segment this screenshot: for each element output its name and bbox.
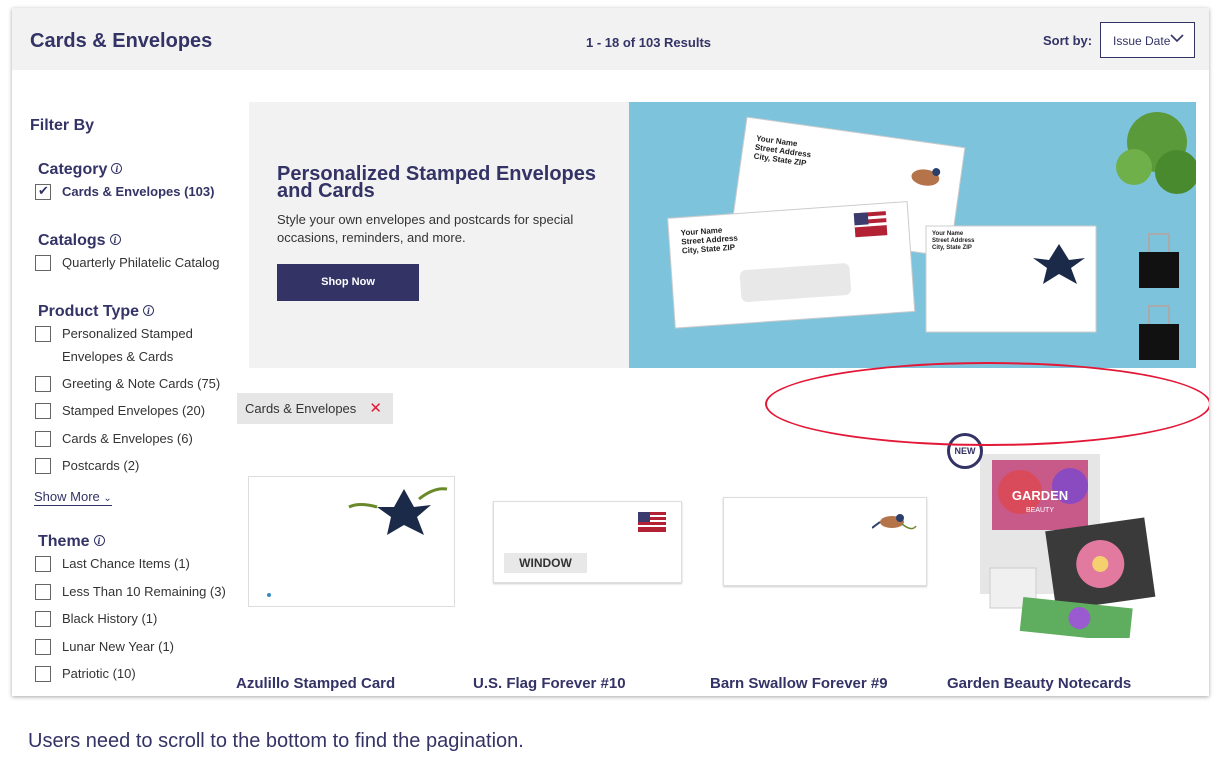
filter-title: Filter By xyxy=(30,117,95,134)
promo-banner: Personalized Stamped Envelopes and Cards… xyxy=(249,102,1196,368)
checkbox[interactable] xyxy=(35,556,51,572)
theme-title: Theme xyxy=(38,533,90,550)
checkbox[interactable] xyxy=(35,639,51,655)
filter-option-product-type[interactable]: Stamped Envelopes (20) xyxy=(35,403,205,419)
category-heading: Category i xyxy=(38,161,123,179)
filter-option-label: Postcards (2) xyxy=(62,458,140,473)
product-name[interactable]: U.S. Flag Forever #10 xyxy=(473,675,626,692)
checkbox[interactable] xyxy=(35,431,51,447)
filter-option-theme[interactable]: Lunar New Year (1) xyxy=(35,639,174,655)
close-icon[interactable]: ✕ xyxy=(369,399,382,417)
banner-envelopes-image: Your Name Street Address City, State ZIP… xyxy=(629,102,1196,368)
filter-option-theme[interactable]: Last Chance Items (1) xyxy=(35,556,190,572)
banner-title: Personalized Stamped Envelopes and Cards xyxy=(277,163,596,202)
filter-option-label: Cards & Envelopes (6) xyxy=(62,431,193,446)
page-title: Cards & Envelopes xyxy=(30,30,213,52)
annotation-highlight-ellipse xyxy=(765,362,1209,446)
page-frame: Cards & Envelopes 1 - 18 of 103 Results … xyxy=(12,8,1209,696)
active-filter-label: Cards & Envelopes xyxy=(245,401,357,416)
product-name[interactable]: Garden Beauty Notecards xyxy=(947,675,1131,692)
filter-option-product-type[interactable]: Personalized Stamped Envelopes & Cards xyxy=(35,326,222,368)
checkbox[interactable] xyxy=(35,376,51,392)
filter-option-catalog[interactable]: Quarterly Philatelic Catalog xyxy=(35,255,220,271)
box-title: GARDEN xyxy=(1012,488,1068,503)
results-count: 1 - 18 of 103 Results xyxy=(586,35,711,50)
checkbox[interactable] xyxy=(35,611,51,627)
info-icon[interactable]: i xyxy=(109,234,121,245)
filter-option-label: Lunar New Year (1) xyxy=(62,639,175,654)
card-line2: Street Address xyxy=(932,238,975,244)
chevron-down-icon xyxy=(1170,34,1184,43)
card-line3: City, State ZIP xyxy=(932,245,972,251)
filter-option-label: Greeting & Note Cards (75) xyxy=(62,376,221,391)
active-filter-chip: Cards & Envelopes ✕ xyxy=(237,393,393,424)
product-name[interactable]: Azulillo Stamped Card xyxy=(236,675,395,692)
sort-value: Issue Date xyxy=(1113,34,1171,48)
show-more-link[interactable]: Show More ⌄ xyxy=(34,489,112,506)
product-name[interactable]: Barn Swallow Forever #9 xyxy=(710,675,888,692)
info-icon[interactable]: i xyxy=(143,305,155,316)
checkbox[interactable] xyxy=(35,458,51,474)
filter-option-product-type[interactable]: Cards & Envelopes (6) xyxy=(35,431,193,447)
results-header: Cards & Envelopes 1 - 18 of 103 Results … xyxy=(12,8,1209,70)
filter-option-label: Personalized Stamped Envelopes & Cards xyxy=(62,326,193,364)
filter-option-product-type[interactable]: Postcards (2) xyxy=(35,458,139,474)
checkbox[interactable] xyxy=(35,183,51,200)
window-label: WINDOW xyxy=(504,553,587,573)
info-icon[interactable]: i xyxy=(111,163,123,174)
azulillo-card-art xyxy=(267,487,448,597)
filter-option-theme[interactable]: Black History (1) xyxy=(35,611,157,627)
filter-option-label: Cards & Envelopes (103) xyxy=(62,184,215,199)
info-icon[interactable]: i xyxy=(93,535,105,546)
shop-now-button[interactable]: Shop Now xyxy=(277,264,419,301)
checkbox[interactable] xyxy=(35,403,51,419)
box-subtitle: BEAUTY xyxy=(1026,507,1054,514)
product-image-barn-swallow[interactable] xyxy=(723,497,927,586)
theme-heading: Theme i xyxy=(38,533,105,551)
filter-option-label: Black History (1) xyxy=(62,611,158,626)
checkbox[interactable] xyxy=(35,255,51,271)
filter-option-label: Last Chance Items (1) xyxy=(62,556,190,571)
barn-swallow-stamp-art xyxy=(872,514,917,530)
banner-description: Style your own envelopes and postcards f… xyxy=(277,212,574,245)
checkbox[interactable] xyxy=(35,584,51,600)
product-image-azulillo[interactable] xyxy=(248,476,455,607)
sort-select[interactable]: Issue Date xyxy=(1100,22,1195,58)
checkbox[interactable] xyxy=(35,326,51,342)
filter-option-label: Less Than 10 Remaining (3) xyxy=(62,584,226,599)
filter-option-label: Patriotic (10) xyxy=(62,666,136,681)
sort-label: Sort by: xyxy=(1043,33,1093,48)
show-more-label: Show More xyxy=(34,489,100,504)
checkbox[interactable] xyxy=(35,666,51,682)
chevron-down-icon: ⌄ xyxy=(103,493,112,504)
product-image-garden-beauty[interactable]: GARDEN BEAUTY xyxy=(960,452,1156,643)
product-type-title: Product Type xyxy=(38,303,140,320)
garden-beauty-box-art: GARDEN BEAUTY xyxy=(980,454,1156,643)
category-title: Category xyxy=(38,161,108,178)
filter-option-category[interactable]: Cards & Envelopes (103) xyxy=(35,183,215,200)
product-type-heading: Product Type i xyxy=(38,303,155,321)
filter-option-theme[interactable]: Less Than 10 Remaining (3) xyxy=(35,584,226,600)
product-image-us-flag[interactable]: WINDOW xyxy=(493,501,682,583)
catalogs-heading: Catalogs i xyxy=(38,232,121,250)
filter-option-label: Stamped Envelopes (20) xyxy=(62,403,206,418)
catalogs-title: Catalogs xyxy=(38,232,106,249)
filter-option-product-type[interactable]: Greeting & Note Cards (75) xyxy=(35,376,220,392)
annotation-caption: Users need to scroll to the bottom to fi… xyxy=(28,730,524,752)
flag-stamp-icon xyxy=(638,512,666,532)
filter-option-label: Quarterly Philatelic Catalog xyxy=(62,255,220,270)
filter-option-theme[interactable]: Patriotic (10) xyxy=(35,666,136,682)
card-line1: Your Name xyxy=(932,231,964,237)
